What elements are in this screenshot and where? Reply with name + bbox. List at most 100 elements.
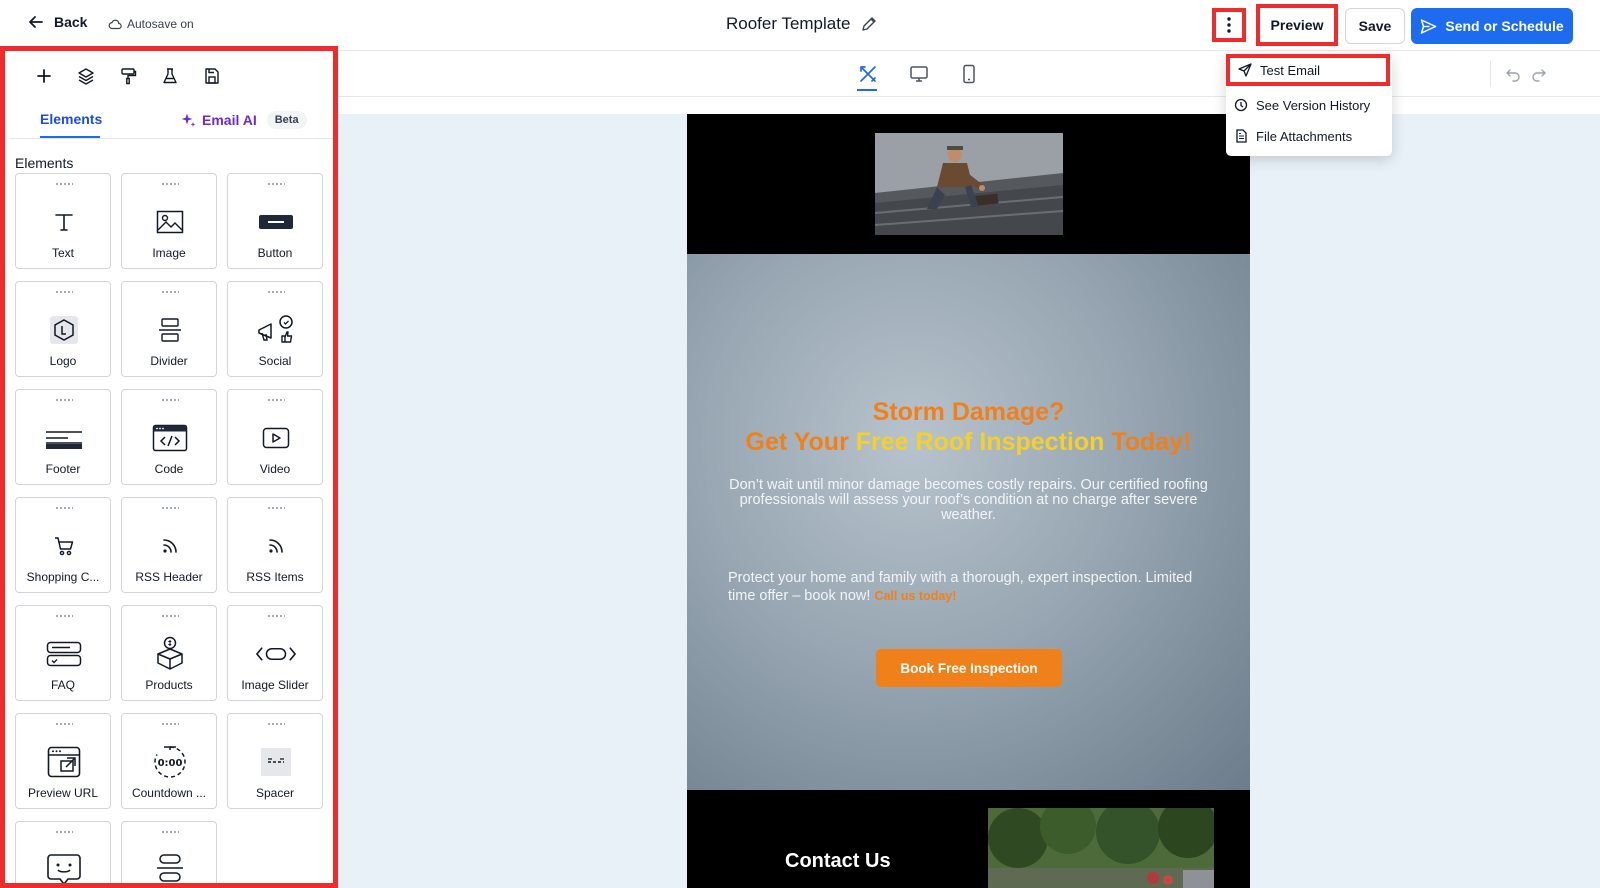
contact-us-heading[interactable]: Contact Us xyxy=(785,850,891,873)
drag-handle-icon[interactable] xyxy=(55,830,73,835)
logo-icon xyxy=(44,312,84,348)
drag-handle-icon[interactable] xyxy=(161,182,179,187)
drag-handle-icon[interactable] xyxy=(55,506,73,511)
tab-email-ai[interactable]: Email AI Beta xyxy=(180,111,307,129)
element-tile-rss-items[interactable]: RSS Items xyxy=(227,497,323,593)
mobile-view-icon[interactable] xyxy=(958,63,980,85)
sidebar-tabs: Elements Email AI Beta xyxy=(10,103,333,139)
history-controls xyxy=(1490,61,1547,87)
flask-icon[interactable] xyxy=(161,67,179,85)
element-tile-image-slider[interactable]: Image Slider xyxy=(227,605,323,701)
element-tile-video[interactable]: Video xyxy=(227,389,323,485)
element-tile-image[interactable]: Image xyxy=(121,173,217,269)
element-tile-countdown[interactable]: 0:00 Countdown ... xyxy=(121,713,217,809)
hero-section[interactable]: Storm Damage? Get Your Free Roof Inspect… xyxy=(687,254,1250,790)
element-tile-divider[interactable]: Divider xyxy=(121,281,217,377)
element-tile-label: Video xyxy=(259,462,291,476)
drag-handle-icon[interactable] xyxy=(267,614,285,619)
send-icon xyxy=(1238,63,1252,77)
element-tile-products[interactable]: Products xyxy=(121,605,217,701)
book-inspection-button[interactable]: Book Free Inspection xyxy=(876,649,1062,687)
undo-icon[interactable] xyxy=(1505,66,1521,82)
redo-icon[interactable] xyxy=(1531,66,1547,82)
element-tile-spacer[interactable]: Spacer xyxy=(227,713,323,809)
drag-handle-icon[interactable] xyxy=(161,290,179,295)
drag-handle-icon[interactable] xyxy=(267,398,285,403)
save-template-icon[interactable] xyxy=(203,67,221,85)
element-tile-label: Code xyxy=(154,462,184,476)
pencil-icon[interactable] xyxy=(860,15,878,33)
drag-handle-icon[interactable] xyxy=(267,506,285,511)
menu-item-test-email[interactable]: Test Email xyxy=(1226,54,1390,86)
desktop-view-icon[interactable] xyxy=(908,63,930,85)
hero-paragraph-1[interactable]: Don’t wait until minor damage becomes co… xyxy=(727,478,1210,523)
element-tile-text[interactable]: Text xyxy=(15,173,111,269)
hero-paragraph-2-text: Protect your home and family with a thor… xyxy=(728,570,1193,604)
drag-handle-icon[interactable] xyxy=(161,614,179,619)
email-preview[interactable]: Storm Damage? Get Your Free Roof Inspect… xyxy=(687,114,1250,888)
element-tile-code[interactable]: Code xyxy=(121,389,217,485)
headline-part-free-roof: Free Roof Inspection xyxy=(855,428,1105,456)
social-icon xyxy=(256,312,296,348)
save-button[interactable]: Save xyxy=(1345,8,1405,44)
roofer-photo[interactable] xyxy=(875,133,1063,235)
view-toolbar xyxy=(338,51,1600,97)
arrow-left-icon xyxy=(29,16,43,28)
active-view-indicator xyxy=(857,89,877,91)
tab-elements[interactable]: Elements xyxy=(40,111,102,127)
rss-icon xyxy=(150,528,190,564)
element-tile-logo[interactable]: Logo xyxy=(15,281,111,377)
element-tile-label: RSS Header xyxy=(135,570,203,584)
paint-roller-icon[interactable] xyxy=(119,67,137,85)
element-tile-rss-header[interactable]: RSS Header xyxy=(121,497,217,593)
drag-handle-icon[interactable] xyxy=(161,722,179,727)
element-tile-shopping-cart[interactable]: Shopping C... xyxy=(15,497,111,593)
menu-item-label: Test Email xyxy=(1260,62,1320,78)
hero-paragraph-2[interactable]: Protect your home and family with a thor… xyxy=(728,569,1208,605)
element-tile-footer[interactable]: Footer xyxy=(15,389,111,485)
drag-handle-icon[interactable] xyxy=(55,290,73,295)
element-tile-preview-url[interactable]: Preview URL xyxy=(15,713,111,809)
drag-handle-icon[interactable] xyxy=(267,290,285,295)
hero-headline-line2[interactable]: Get Your Free Roof Inspection Today! xyxy=(687,427,1250,457)
menu-item-version-history[interactable]: See Version History xyxy=(1234,94,1370,116)
element-tile-chat[interactable] xyxy=(15,821,111,883)
drag-handle-icon[interactable] xyxy=(161,830,179,835)
elements-sidebar: Elements Email AI Beta Elements Text Ima… xyxy=(0,46,338,888)
chat-icon xyxy=(44,852,84,883)
drag-handle-icon[interactable] xyxy=(267,722,285,727)
autosave-label: Autosave on xyxy=(127,17,194,31)
house-photo[interactable] xyxy=(988,808,1214,888)
autosave-status: Autosave on xyxy=(108,17,194,31)
design-tools-icon[interactable] xyxy=(857,63,879,85)
top-bar: Back Autosave on Roofer Template Preview… xyxy=(0,0,1600,51)
send-schedule-button[interactable]: Send or Schedule xyxy=(1411,8,1573,44)
template-title[interactable]: Roofer Template xyxy=(726,14,878,34)
preview-url-icon xyxy=(44,744,84,780)
faq-icon xyxy=(44,636,84,672)
drag-handle-icon[interactable] xyxy=(267,182,285,187)
drag-handle-icon[interactable] xyxy=(55,614,73,619)
add-icon[interactable] xyxy=(35,67,53,85)
menu-item-file-attachments[interactable]: File Attachments xyxy=(1234,125,1352,147)
element-tile-faq[interactable]: FAQ xyxy=(15,605,111,701)
video-icon xyxy=(256,420,296,456)
drag-handle-icon[interactable] xyxy=(161,506,179,511)
drag-handle-icon[interactable] xyxy=(161,398,179,403)
drag-handle-icon[interactable] xyxy=(55,398,73,403)
back-button[interactable]: Back xyxy=(28,14,87,30)
code-icon xyxy=(150,420,190,456)
element-tile-button[interactable]: Button xyxy=(227,173,323,269)
preview-button[interactable]: Preview xyxy=(1256,4,1338,46)
element-tile-stack[interactable] xyxy=(121,821,217,883)
email-builder-app: Back Autosave on Roofer Template Preview… xyxy=(0,0,1600,888)
element-tile-social[interactable]: Social xyxy=(227,281,323,377)
call-us-link[interactable]: Call us today! xyxy=(874,589,956,603)
drag-handle-icon[interactable] xyxy=(55,182,73,187)
hero-headline-line1[interactable]: Storm Damage? xyxy=(687,397,1250,427)
more-options-button[interactable] xyxy=(1212,8,1246,42)
layers-icon[interactable] xyxy=(77,67,95,85)
countdown-icon: 0:00 xyxy=(150,744,190,780)
cloud-check-icon xyxy=(108,19,122,30)
drag-handle-icon[interactable] xyxy=(55,722,73,727)
